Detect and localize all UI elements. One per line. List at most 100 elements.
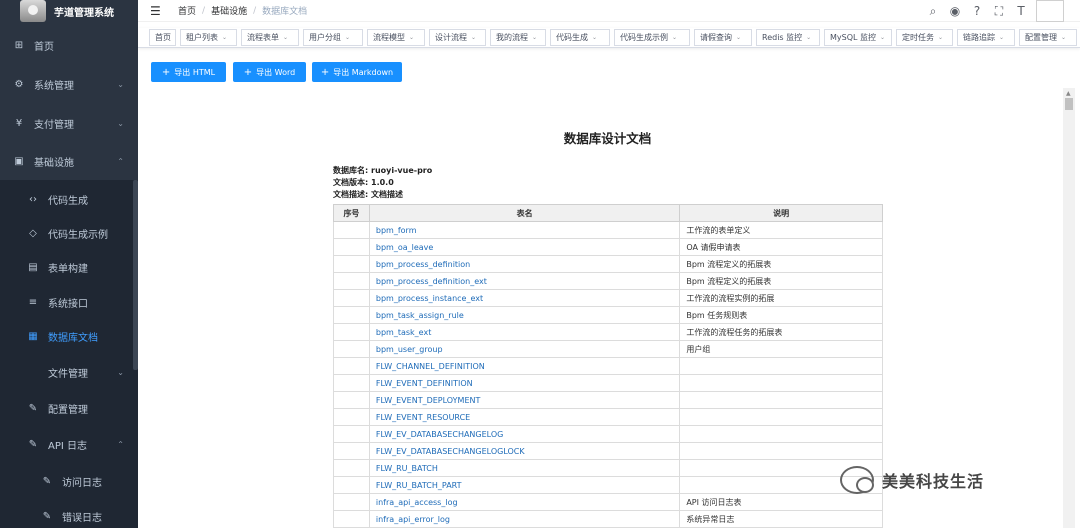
table-name-link[interactable]: bpm_task_assign_rule [368,306,681,324]
scrollbar-thumb[interactable] [1065,98,1073,110]
table-name-link[interactable]: bpm_process_definition_ext [368,272,681,290]
sidebar-item[interactable]: ✎ 配置管理 [0,389,138,427]
table-name-link[interactable]: bpm_form [368,221,681,239]
font-size-icon[interactable]: T [1010,4,1032,18]
fullscreen-icon[interactable]: ⛶ [988,4,1010,19]
tag-item[interactable]: 链路追踪 ⌄ [957,29,1015,46]
tag-item[interactable]: 设计流程 ⌄ [429,29,486,46]
row-index [333,459,370,477]
sidebar-item[interactable]: 文件管理 ⌄ [0,353,138,391]
tag-item[interactable]: 代码生成 ⌄ [550,29,610,46]
navbar-actions: ⌕ ◉ ? ⛶ T [922,0,1080,22]
chevron-down-icon[interactable]: ⌄ [471,34,476,41]
tag-item[interactable]: 流程表单 ⌄ [241,29,299,46]
sidebar-item[interactable]: ⚙ 系统管理 ⌄ [0,65,138,103]
avatar[interactable] [1036,0,1064,22]
sidebar-item[interactable]: ▣ 基础设施 ⌃ [0,142,138,180]
chevron-down-icon[interactable]: ⌄ [283,34,288,41]
table-name-link[interactable]: infra_api_access_log [368,493,681,511]
chevron-down-icon[interactable]: ⌄ [409,34,414,41]
sidebar-item[interactable]: ⊞ 首页 [0,26,138,64]
scroll-up-icon[interactable]: ▲ [1066,90,1071,97]
chevron-down-icon[interactable]: ⌄ [880,34,885,41]
table-name-link[interactable]: FLW_EV_DATABASECHANGELOG [368,425,681,443]
gear-icon: ⚙ [14,78,24,90]
tag-label: MySQL 监控 [830,33,877,42]
table-name-link[interactable]: FLW_EV_DATABASECHANGELOGLOCK [368,442,681,460]
sidebar-item[interactable]: ¥ 支付管理 ⌄ [0,104,138,142]
sidebar-item[interactable]: ≡ 系统接口 [0,283,138,321]
plus-icon: + [243,66,253,78]
hamburger-icon[interactable]: ☰ [150,4,164,18]
table-name-link[interactable]: FLW_EVENT_RESOURCE [368,408,681,426]
tag-item[interactable]: 请假查询 ⌄ [694,29,752,46]
chevron-down-icon[interactable]: ⌄ [806,34,811,41]
breadcrumb-infra[interactable]: 基础设施 [211,4,247,17]
table-description: 系统异常日志 [679,510,883,528]
chevron-down-icon[interactable]: ⌄ [938,34,943,41]
table-header-row: 序号 表名 说明 [333,204,883,222]
export-markdown-button[interactable]: + 导出 Markdown [312,62,402,82]
chevron-down-icon[interactable]: ⌄ [345,34,350,41]
export-html-button[interactable]: + 导出 HTML [151,62,226,82]
chevron-down-icon[interactable]: ⌄ [532,34,537,41]
chevron-down-icon[interactable]: ⌄ [592,34,597,41]
tag-item[interactable]: 用户分组 ⌄ [303,29,363,46]
table-name-link[interactable]: infra_api_error_log [368,510,681,528]
breadcrumb-home[interactable]: 首页 [178,4,196,17]
table-name-link[interactable]: bpm_oa_leave [368,238,681,256]
row-index [333,442,370,460]
search-icon[interactable]: ⌕ [922,4,944,19]
row-index [333,476,370,494]
sidebar-item[interactable]: ‹› 代码生成 [0,180,138,218]
export-word-button[interactable]: + 导出 Word [233,62,306,82]
github-icon[interactable]: ◉ [944,4,966,18]
chevron-down-icon[interactable]: ⌄ [1061,34,1066,41]
tag-item[interactable]: 定时任务 ⌄ [896,29,953,46]
table-name-link[interactable]: FLW_RU_BATCH_PART [368,476,681,494]
table-row: bpm_task_assign_rule Bpm 任务规则表 [333,306,883,324]
tag-item[interactable]: MySQL 监控 ⌄ [824,29,892,46]
table-name-link[interactable]: bpm_process_definition [368,255,681,273]
chevron-down-icon[interactable]: ⌄ [222,34,227,41]
header-table-name: 表名 [368,204,681,222]
tag-item[interactable]: 租户列表 ⌄ [180,29,237,46]
dashboard-icon: ⊞ [14,39,24,51]
help-icon[interactable]: ? [966,4,988,18]
tag-item[interactable]: 我的流程 ⌄ [490,29,546,46]
table-name-link[interactable]: FLW_EVENT_DEPLOYMENT [368,391,681,409]
sidebar-item[interactable]: ✎ 错误日志 [0,497,138,528]
sidebar-item[interactable]: ▤ 表单构建 [0,248,138,286]
table-name-link[interactable]: bpm_process_instance_ext [368,289,681,307]
table-name-link[interactable]: FLW_RU_BATCH [368,459,681,477]
table-row: infra_api_error_log 系统异常日志 [333,510,883,528]
table-name-link[interactable]: FLW_CHANNEL_DEFINITION [368,357,681,375]
tag-item[interactable]: 流程模型 ⌄ [367,29,425,46]
table-row: FLW_RU_BATCH_PART [333,476,883,494]
tag-item[interactable]: 首页 [149,29,176,46]
tag-item[interactable]: 配置管理 ⌄ [1019,29,1077,46]
table-description: API 访问日志表 [679,493,883,511]
tag-label: 链路追踪 [963,33,995,42]
logo[interactable]: 芋道管理系统 [0,0,138,22]
document-scrollbar[interactable]: ▲ [1063,88,1075,528]
row-index [333,510,370,528]
table-name-link[interactable]: bpm_user_group [368,340,681,358]
sidebar-item[interactable]: ▦ 数据库文档 [0,317,138,355]
sidebar-scrollbar[interactable] [133,180,138,370]
chevron-down-icon[interactable]: ⌄ [672,34,677,41]
table-row: FLW_EVENT_DEPLOYMENT [333,391,883,409]
tags-view: 首页 租户列表 ⌄ 流程表单 ⌄ 用户分组 ⌄ 流程模型 ⌄ 设计流程 ⌄ 我的流程 ⌄ 代码生成 ⌄ 代码生… [138,28,1080,48]
sidebar-item[interactable]: ◇ 代码生成示例 [0,214,138,252]
chevron-down-icon[interactable]: ⌄ [736,34,741,41]
sidebar-item[interactable]: ✎ API 日志 ⌃ [0,425,138,463]
table-row: FLW_EVENT_DEFINITION [333,374,883,392]
sidebar-item[interactable]: ✎ 访问日志 [0,462,138,500]
table-name-link[interactable]: FLW_EVENT_DEFINITION [368,374,681,392]
tag-item[interactable]: Redis 监控 ⌄ [756,29,820,46]
row-index [333,238,370,256]
tag-item[interactable]: 代码生成示例 ⌄ [614,29,690,46]
table-name-link[interactable]: bpm_task_ext [368,323,681,341]
yen-icon: ¥ [15,117,23,129]
chevron-down-icon[interactable]: ⌄ [999,34,1004,41]
